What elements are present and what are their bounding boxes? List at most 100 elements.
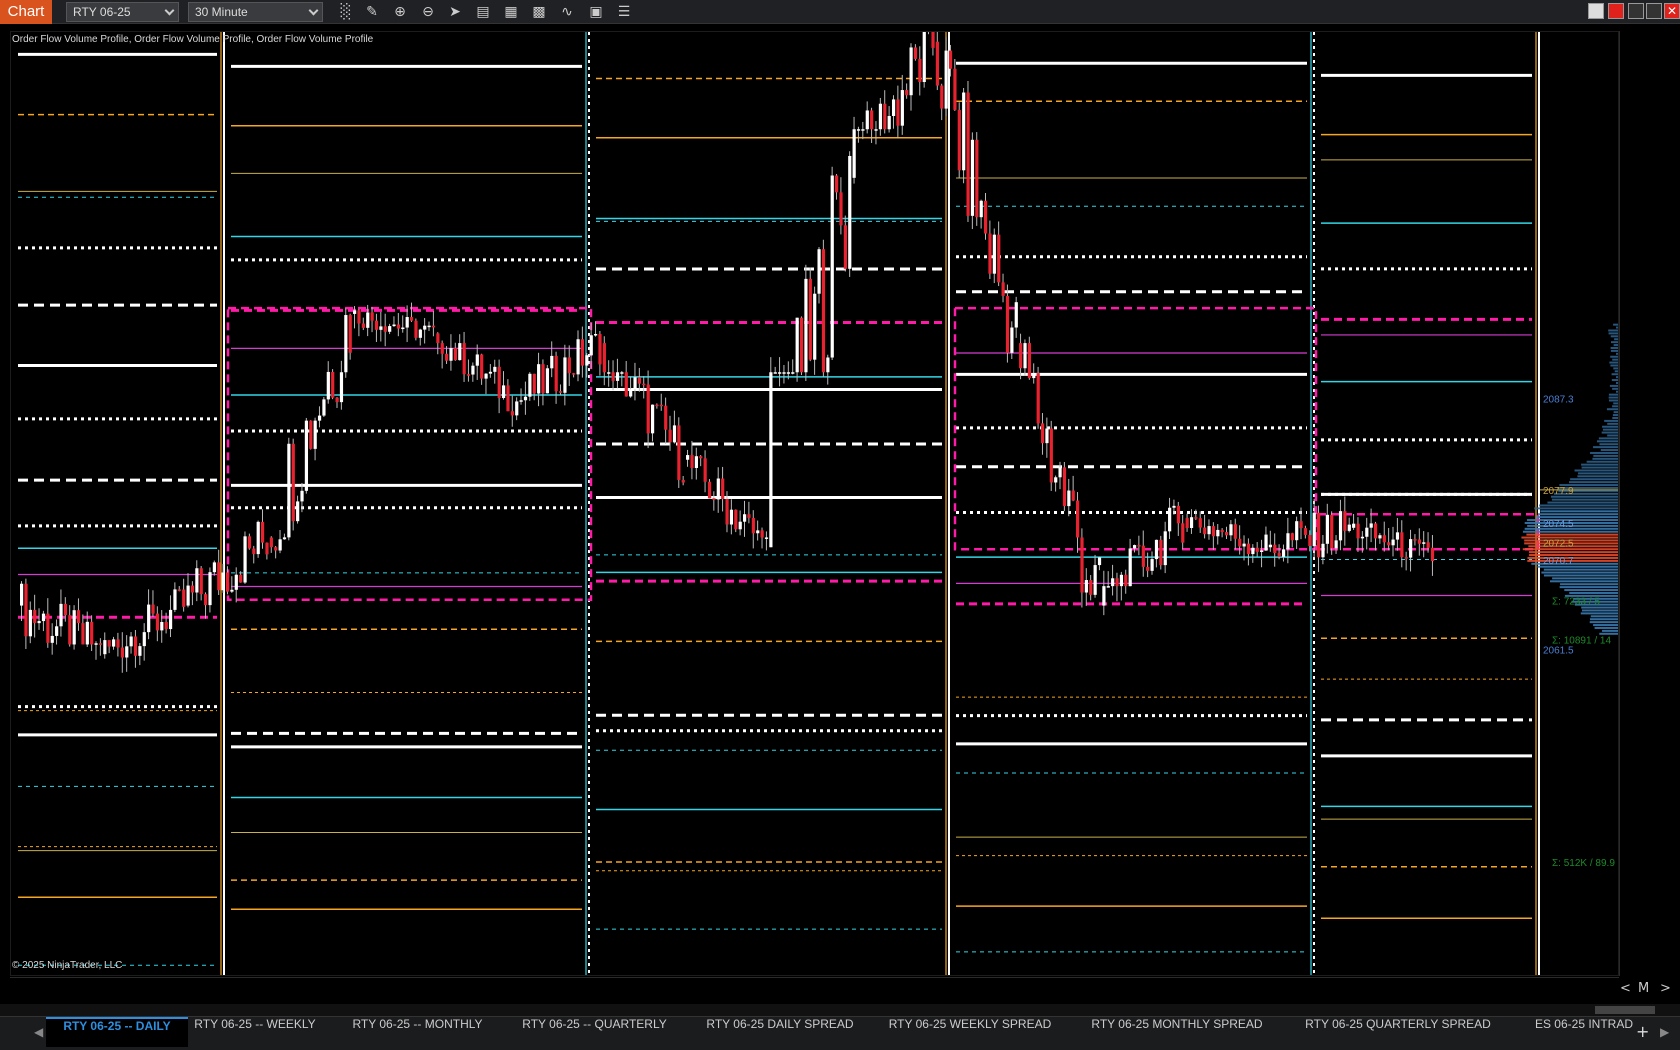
scroll-forward-button[interactable]: > bbox=[1660, 981, 1671, 996]
candle-body bbox=[339, 372, 344, 403]
volume-profile-bar bbox=[1608, 329, 1618, 332]
candle-body bbox=[177, 589, 181, 591]
price-chart[interactable]: 2087.3 2077.9 2074.5 2072.5 2070.7 2061.5 Σ: 7… bbox=[0, 0, 1680, 1050]
add-tab-icon[interactable]: + bbox=[1636, 1022, 1649, 1041]
candle-body bbox=[488, 371, 493, 374]
candle-body bbox=[1119, 574, 1124, 587]
tab-rty-monthly-spread[interactable]: RTY 06-25 MONTHLY SPREAD bbox=[1084, 1017, 1270, 1047]
price-axis[interactable] bbox=[1619, 31, 1680, 976]
candle-body bbox=[813, 293, 817, 360]
volume-profile-bar bbox=[1611, 379, 1618, 382]
candle-body bbox=[1242, 543, 1246, 547]
candle-body bbox=[1097, 557, 1102, 566]
chart-scrollbar[interactable] bbox=[0, 1004, 1680, 1016]
value-area-box bbox=[953, 306, 1318, 551]
value-area-box bbox=[226, 306, 593, 601]
candle-body bbox=[734, 509, 738, 530]
volume-profile-bar bbox=[1614, 338, 1618, 341]
tab-rty-weekly[interactable]: RTY 06-25 -- WEEKLY bbox=[190, 1017, 320, 1047]
volume-profile-bar bbox=[1608, 393, 1618, 396]
candle-body bbox=[760, 530, 764, 538]
candle-body bbox=[607, 372, 611, 374]
tab-es-intraday[interactable]: ES 06-25 INTRAD bbox=[1530, 1017, 1638, 1047]
candle-body bbox=[300, 490, 304, 502]
volume-profile-bar bbox=[1611, 373, 1618, 376]
candle-body bbox=[151, 604, 155, 614]
chart-mode-button[interactable]: M bbox=[1638, 981, 1649, 996]
candle-body bbox=[409, 317, 414, 321]
candle-body bbox=[1054, 477, 1058, 483]
candle-body bbox=[484, 373, 488, 379]
candle-body bbox=[204, 594, 208, 606]
tab-rty-weekly-spread[interactable]: RTY 06-25 WEEKLY SPREAD bbox=[886, 1017, 1054, 1047]
volume-profile-bar bbox=[1612, 414, 1618, 417]
time-axis[interactable] bbox=[10, 977, 1619, 1007]
candle-body bbox=[633, 377, 637, 390]
candle-body bbox=[462, 343, 466, 375]
candle-body bbox=[1163, 531, 1167, 566]
tab-rty-daily[interactable]: RTY 06-25 -- DAILY bbox=[46, 1017, 188, 1047]
candle-body bbox=[317, 415, 322, 421]
scroll-back-button[interactable]: < bbox=[1620, 981, 1631, 996]
volume-profile-bar bbox=[1596, 440, 1618, 443]
candle-body bbox=[984, 200, 988, 234]
candle-body bbox=[1378, 535, 1382, 539]
candle-body bbox=[580, 339, 585, 366]
volume-profile-bar bbox=[1612, 416, 1618, 419]
candle-body bbox=[782, 372, 786, 374]
candle-body bbox=[615, 372, 620, 381]
candle-body bbox=[594, 334, 598, 336]
volume-profile-bar bbox=[1602, 629, 1618, 632]
volume-profile-bar bbox=[1613, 411, 1618, 414]
candle-body bbox=[274, 547, 278, 551]
candle-body bbox=[1141, 545, 1145, 567]
candle-body bbox=[1005, 295, 1010, 353]
tab-rty-monthly[interactable]: RTY 06-25 -- MONTHLY bbox=[340, 1017, 495, 1047]
candle-body bbox=[1352, 523, 1356, 528]
candle-body bbox=[322, 399, 326, 416]
candle-body bbox=[129, 636, 133, 647]
volume-profile-bar bbox=[1602, 425, 1618, 428]
scrollbar-thumb[interactable] bbox=[1595, 1006, 1655, 1014]
volume-profile-bar bbox=[1589, 621, 1618, 624]
tab-rty-daily-spread[interactable]: RTY 06-25 DAILY SPREAD bbox=[700, 1017, 860, 1047]
candle-body bbox=[1176, 505, 1180, 524]
candle-body bbox=[1023, 343, 1027, 369]
candle-body bbox=[668, 429, 672, 443]
candle-body bbox=[1299, 521, 1303, 529]
chart-tab-bar: ◀ RTY 06-25 -- DAILY RTY 06-25 -- WEEKLY… bbox=[0, 1016, 1680, 1050]
candle-body bbox=[1168, 507, 1172, 532]
candle-body bbox=[59, 603, 63, 627]
candle-body bbox=[1334, 540, 1338, 549]
volume-profile-bar bbox=[1602, 428, 1618, 431]
candle-body bbox=[690, 455, 694, 468]
candle-body bbox=[703, 458, 707, 482]
candle-body bbox=[1089, 580, 1093, 595]
volume-profile-bar bbox=[1593, 454, 1618, 457]
volume-profile-bar bbox=[1610, 349, 1618, 352]
candle-body bbox=[261, 521, 265, 543]
candle-body bbox=[1207, 526, 1211, 535]
candle-body bbox=[1290, 533, 1294, 541]
candle-body bbox=[624, 372, 628, 397]
candle-body bbox=[449, 348, 453, 361]
candle-body bbox=[361, 323, 365, 328]
candle-body bbox=[309, 420, 313, 449]
volume-profile-bar bbox=[1608, 332, 1618, 335]
volume-profile-bar bbox=[1598, 437, 1618, 440]
tab-rty-quarterly-spread[interactable]: RTY 06-25 QUARTERLY SPREAD bbox=[1300, 1017, 1496, 1047]
candle-body bbox=[567, 357, 571, 374]
candle-body bbox=[510, 411, 514, 416]
candle-body bbox=[90, 621, 94, 645]
volume-profile-bar bbox=[1541, 571, 1618, 574]
volume-profile-bar bbox=[1537, 513, 1618, 516]
volume-profile-bar bbox=[1592, 457, 1618, 460]
volume-profile-bar bbox=[1593, 624, 1618, 627]
tab-scroll-right-icon[interactable]: ▶ bbox=[1660, 1025, 1669, 1039]
candle-body bbox=[383, 326, 387, 332]
candle-body bbox=[642, 383, 646, 386]
tab-scroll-left-icon[interactable]: ◀ bbox=[34, 1025, 43, 1039]
candle-body bbox=[81, 623, 85, 645]
volume-profile-bar bbox=[1594, 626, 1618, 629]
tab-rty-quarterly[interactable]: RTY 06-25 -- QUARTERLY bbox=[512, 1017, 677, 1047]
